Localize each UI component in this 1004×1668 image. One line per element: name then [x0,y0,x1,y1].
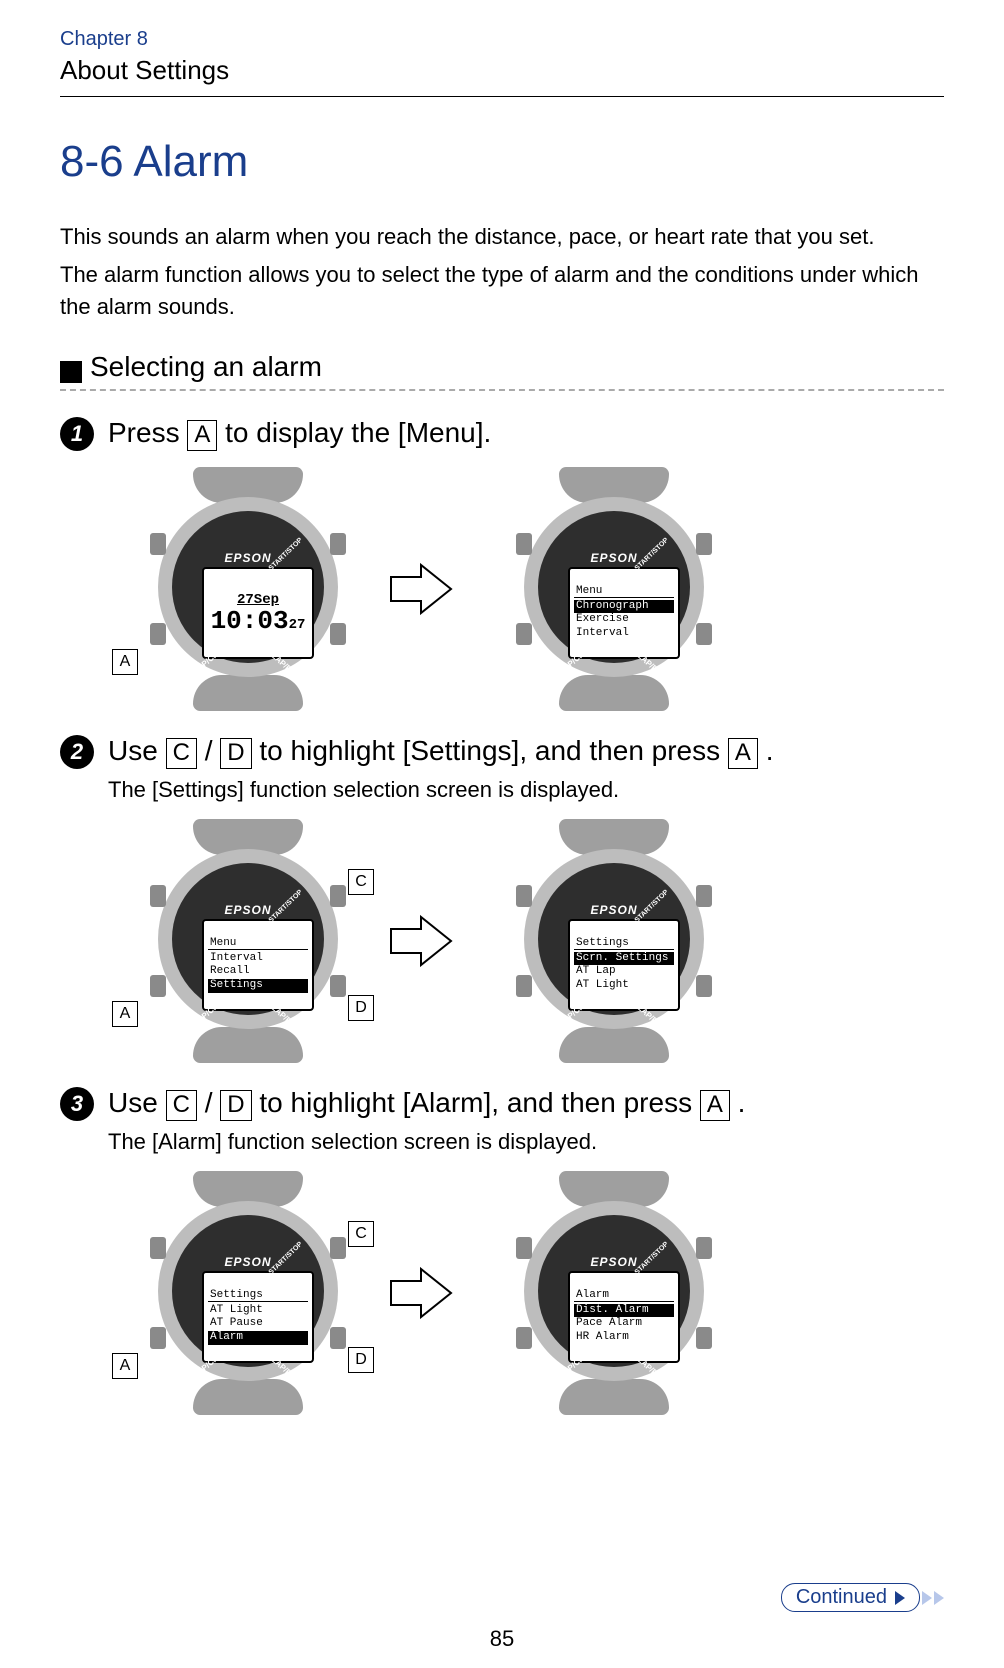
key-A: A [700,1090,730,1121]
step-3: 3 Use C / D to highlight [Alarm], and th… [60,1087,944,1413]
brand-label: EPSON [158,551,338,565]
key-A: A [187,420,217,451]
step1-post: to display the [Menu]. [225,417,491,448]
subhead-square-icon [60,361,82,383]
step-2-title: Use C / D to highlight [Settings], and t… [108,735,774,769]
step2-figure: EPSON Menu Interval Recall Settings DISP… [108,821,944,1061]
watch-menu2r: EPSON Settings Scrn. Settings AT Lap AT … [474,821,734,1061]
triangle-icon [922,1591,932,1605]
triangle-icon [895,1591,905,1605]
step-bullet-3: 3 [60,1087,94,1121]
arrow-icon [386,911,456,971]
watch-menu2l: EPSON Menu Interval Recall Settings DISP… [108,821,368,1061]
subhead: Selecting an alarm [90,351,322,383]
callout-D: D [348,995,374,1021]
step-1-title: Press A to display the [Menu]. [108,417,491,451]
intro-p1: This sounds an alarm when you reach the … [60,221,944,253]
callout-D: D [348,1347,374,1373]
step1-pre: Press [108,417,187,448]
intro-block: This sounds an alarm when you reach the … [60,221,944,323]
page-number: 85 [0,1626,1004,1652]
watch-menu1: EPSON Menu Chronograph Exercise Interval… [474,469,734,709]
triangle-icon [934,1591,944,1605]
clock-sec: 27 [289,617,306,633]
continued-row: Continued [781,1583,944,1612]
watch-menu3r: EPSON Alarm Dist. Alarm Pace Alarm HR Al… [474,1173,734,1413]
clock-hhmm: 10:03 [211,606,289,636]
callout-A: A [112,1353,138,1379]
menu1-line1: Chronograph [574,600,674,614]
key-C: C [166,1090,197,1121]
continued-badge: Continued [781,1583,920,1612]
section-label: About Settings [60,55,944,86]
callout-A: A [112,649,138,675]
intro-p2: The alarm function allows you to select … [60,259,944,323]
callout-C: C [348,1221,374,1247]
step-2: 2 Use C / D to highlight [Settings], and… [60,735,944,1061]
step-3-desc: The [Alarm] function selection screen is… [108,1129,944,1155]
menu1-line3: Interval [574,627,674,641]
arrow-icon [386,1263,456,1323]
callout-A: A [112,1001,138,1027]
watch-menu3l: EPSON Settings AT Light AT Pause Alarm D… [108,1173,368,1413]
menu1-title: Menu [574,585,674,598]
chapter-label: Chapter 8 [60,28,944,51]
key-A: A [728,738,758,769]
step-2-desc: The [Settings] function selection screen… [108,777,944,803]
step1-figure: EPSON 27Sep 10:0327 DISP/CHG LAP/RESET S… [108,469,944,709]
clock-time: 10:0327 [208,608,308,634]
key-D: D [220,738,251,769]
step3-figure: EPSON Settings AT Light AT Pause Alarm D… [108,1173,944,1413]
step-bullet-1: 1 [60,417,94,451]
arrow-icon [386,559,456,619]
menu1-line2: Exercise [574,613,674,627]
continued-label: Continued [796,1586,887,1609]
callout-C: C [348,869,374,895]
watch-clock: EPSON 27Sep 10:0327 DISP/CHG LAP/RESET S… [108,469,368,709]
step-1: 1 Press A to display the [Menu]. EPSON 2… [60,417,944,709]
step-bullet-2: 2 [60,735,94,769]
brand-label: EPSON [524,551,704,565]
header-rule [60,96,944,97]
page-title: 8-6 Alarm [60,137,944,187]
key-D: D [220,1090,251,1121]
key-C: C [166,738,197,769]
step-3-title: Use C / D to highlight [Alarm], and then… [108,1087,745,1121]
subhead-divider [60,389,944,391]
